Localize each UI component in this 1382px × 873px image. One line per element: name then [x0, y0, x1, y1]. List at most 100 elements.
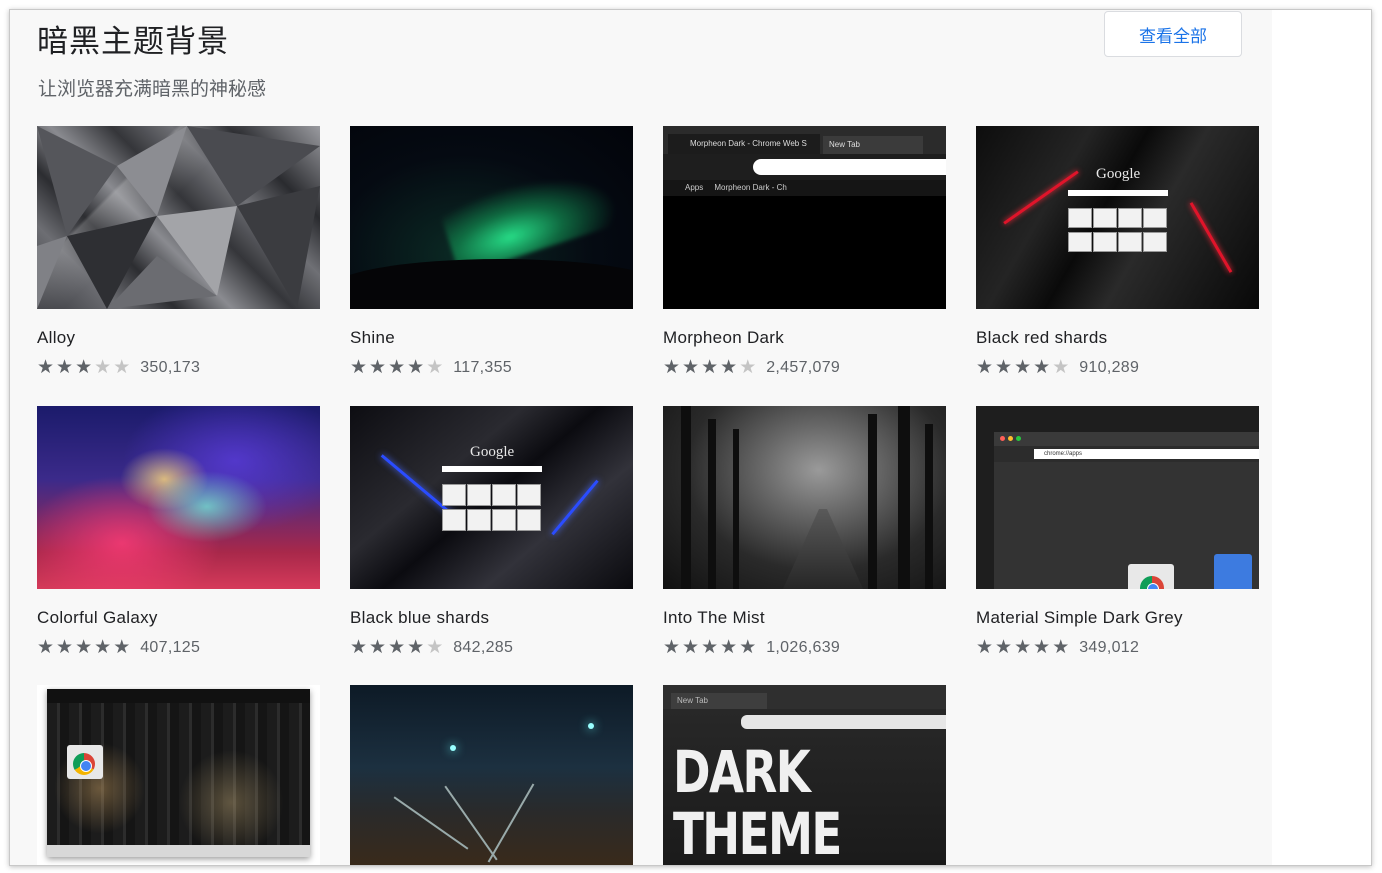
- theme-card-alloy[interactable]: Alloy ★ ★ ★ ★ ★ 350,173: [37, 126, 320, 378]
- theme-card-black-blue-shards[interactable]: Google Black blue shards ★ ★ ★ ★ ★ 842,285: [350, 406, 633, 658]
- tree-silhouette: [681, 406, 691, 589]
- tree-silhouette: [868, 414, 877, 589]
- blue-shard-line: [551, 479, 599, 536]
- themes-section: 暗黑主题背景 让浏览器充满暗黑的神秘感 查看全部 Alloy ★ ★ ★ ★ ★ 350,…: [10, 10, 1272, 865]
- star-filled-icon: ★: [976, 357, 994, 378]
- bookmarks-bar: Apps Morpheon Dark - Ch: [663, 180, 946, 196]
- star-filled-icon: ★: [75, 637, 93, 658]
- star-filled-icon: ★: [995, 637, 1013, 658]
- view-all-button[interactable]: 查看全部: [1104, 11, 1242, 57]
- minimize-dot-icon: [1008, 436, 1013, 441]
- tree-silhouette: [708, 419, 716, 589]
- rating-count: 2,457,079: [766, 359, 841, 376]
- theme-card-morpheon-dark[interactable]: Morpheon Dark - Chrome Web S New Tab App…: [663, 126, 946, 378]
- rating: ★ ★ ★ ★ ★ 2,457,079: [663, 358, 840, 378]
- star-filled-icon: ★: [37, 357, 55, 378]
- star-filled-icon: ★: [350, 357, 368, 378]
- tree-silhouette: [898, 406, 910, 589]
- rating-count: 1,026,639: [766, 639, 841, 656]
- rating-count: 842,285: [453, 639, 514, 656]
- rail-track: [444, 785, 498, 861]
- rating: ★ ★ ★ ★ ★ 117,355: [350, 358, 512, 378]
- browser-frame: 暗黑主题背景 让浏览器充满暗黑的神秘感 查看全部 Alloy ★ ★ ★ ★ ★ 350,…: [9, 9, 1372, 866]
- close-dot-icon: [1000, 436, 1005, 441]
- theme-card-dark-theme[interactable]: New Tab DARK THEME: [663, 685, 946, 866]
- bookmark-item: Morpheon Dark - Ch: [714, 183, 787, 192]
- theme-card-into-the-mist[interactable]: Into The Mist ★ ★ ★ ★ ★ 1,026,639: [663, 406, 946, 658]
- tile: [1093, 208, 1117, 228]
- theme-name[interactable]: Colorful Galaxy: [37, 608, 158, 628]
- rating-count: 910,289: [1079, 359, 1140, 376]
- star-filled-icon: ★: [75, 357, 93, 378]
- star-empty-icon: ★: [113, 357, 131, 378]
- theme-name[interactable]: Material Simple Dark Grey: [976, 608, 1183, 628]
- tile: [492, 509, 516, 531]
- tile: [467, 484, 491, 506]
- browser-omnibox: [741, 715, 946, 729]
- maximize-dot-icon: [1016, 436, 1021, 441]
- theme-name[interactable]: Black red shards: [976, 328, 1107, 348]
- theme-card-black-red-shards[interactable]: Google Black red shards ★ ★ ★ ★ ★ 910,289: [976, 126, 1259, 378]
- tile: [1118, 232, 1142, 252]
- lamp-light: [588, 723, 594, 729]
- chrome-logo-icon: [73, 753, 95, 775]
- theme-card-railway-night[interactable]: [350, 685, 633, 865]
- theme-thumbnail[interactable]: [37, 126, 320, 309]
- rating: ★ ★ ★ ★ ★ 1,026,639: [663, 638, 840, 658]
- rating-count: 350,173: [140, 359, 201, 376]
- browser-tab: New Tab: [823, 136, 923, 154]
- star-filled-icon: ★: [720, 637, 738, 658]
- rating-count: 349,012: [1079, 639, 1140, 656]
- theme-thumbnail[interactable]: [663, 406, 946, 589]
- tile: [1143, 208, 1167, 228]
- star-filled-icon: ★: [56, 637, 74, 658]
- theme-name[interactable]: Into The Mist: [663, 608, 765, 628]
- browser-tab: Morpheon Dark - Chrome Web S: [668, 134, 820, 154]
- theme-name[interactable]: Black blue shards: [350, 608, 489, 628]
- theme-thumbnail[interactable]: Google: [976, 126, 1259, 309]
- theme-card-city-night[interactable]: [37, 685, 320, 865]
- star-filled-icon: ★: [701, 637, 719, 658]
- theme-name[interactable]: Morpheon Dark: [663, 328, 784, 348]
- theme-thumbnail[interactable]: [350, 126, 633, 309]
- docs-icon: [1214, 554, 1252, 589]
- search-box: [1068, 190, 1168, 196]
- tile: [1068, 232, 1092, 252]
- star-filled-icon: ★: [388, 637, 406, 658]
- theme-thumbnail[interactable]: New Tab DARK THEME: [663, 685, 946, 866]
- theme-thumbnail[interactable]: chrome://apps: [976, 406, 1259, 589]
- star-filled-icon: ★: [94, 637, 112, 658]
- star-empty-icon: ★: [94, 357, 112, 378]
- theme-thumbnail[interactable]: Google: [350, 406, 633, 589]
- wordmark-line: THEME: [673, 800, 842, 866]
- browser-tabstrip: [994, 432, 1259, 446]
- rating: ★ ★ ★ ★ ★ 910,289: [976, 358, 1139, 378]
- theme-thumbnail[interactable]: Morpheon Dark - Chrome Web S New Tab App…: [663, 126, 946, 309]
- star-filled-icon: ★: [369, 637, 387, 658]
- bookmark-apps: Apps: [685, 183, 704, 192]
- star-filled-icon: ★: [1033, 637, 1051, 658]
- star-filled-icon: ★: [663, 357, 681, 378]
- star-filled-icon: ★: [663, 637, 681, 658]
- theme-thumbnail[interactable]: [37, 406, 320, 589]
- tile: [442, 509, 466, 531]
- search-box: [442, 466, 542, 472]
- section-title: 暗黑主题背景: [37, 24, 229, 60]
- theme-thumbnail[interactable]: [37, 685, 320, 865]
- theme-name[interactable]: Alloy: [37, 328, 75, 348]
- rating: ★ ★ ★ ★ ★ 407,125: [37, 638, 200, 658]
- tile: [517, 484, 541, 506]
- star-filled-icon: ★: [701, 357, 719, 378]
- star-filled-icon: ★: [995, 357, 1013, 378]
- theme-card-shine[interactable]: Shine ★ ★ ★ ★ ★ 117,355: [350, 126, 633, 378]
- theme-card-material-simple-dark-grey[interactable]: chrome://apps Material Simple Dark Grey …: [976, 406, 1259, 658]
- tile: [442, 484, 466, 506]
- star-filled-icon: ★: [739, 637, 757, 658]
- star-filled-icon: ★: [350, 637, 368, 658]
- tile: [467, 509, 491, 531]
- star-empty-icon: ★: [739, 357, 757, 378]
- theme-name[interactable]: Shine: [350, 328, 395, 348]
- theme-card-colorful-galaxy[interactable]: Colorful Galaxy ★ ★ ★ ★ ★ 407,125: [37, 406, 320, 658]
- theme-thumbnail[interactable]: [350, 685, 633, 865]
- road: [783, 509, 863, 589]
